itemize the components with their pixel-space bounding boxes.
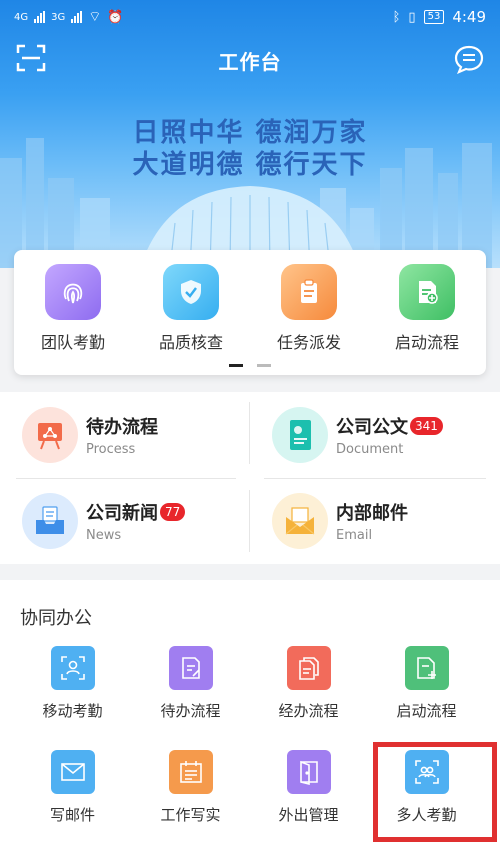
feature-title: 待办流程 <box>86 417 158 438</box>
collab-item-label: 移动考勤 <box>42 702 103 720</box>
quick-item-start-process[interactable]: 启动流程 <box>368 264 486 353</box>
quick-actions-card: 团队考勤 品质核查 任务派发 启动流程 <box>14 250 486 375</box>
presentation-board-icon <box>22 407 78 463</box>
calendar-list-icon <box>168 750 213 794</box>
documents-icon <box>286 646 331 690</box>
collab-item-write-mail[interactable]: 写邮件 <box>10 750 135 825</box>
feature-title: 公司公文 <box>336 417 408 438</box>
city-skyline-illustration <box>0 138 492 268</box>
title-bar: 工作台 <box>0 38 500 82</box>
quick-item-team-attendance[interactable]: 团队考勤 <box>14 264 132 353</box>
signal-icon <box>34 11 46 23</box>
document-book-icon <box>272 407 328 463</box>
section-title: 协同办公 <box>20 608 92 629</box>
collab-item-handled-process[interactable]: 经办流程 <box>246 646 371 721</box>
person-scan-icon <box>50 646 95 690</box>
alarm-icon: ⏰ <box>107 9 124 25</box>
page-title: 工作台 <box>218 49 282 74</box>
document-add-icon <box>399 264 455 320</box>
wifi-icon: ⌔ <box>88 9 102 25</box>
bluetooth-icon: ᛒ <box>392 9 401 25</box>
feature-subtitle: Email <box>336 528 373 543</box>
collab-item-label: 工作写实 <box>160 806 221 824</box>
scan-icon[interactable] <box>16 44 46 72</box>
feature-subtitle: Process <box>86 442 136 457</box>
feature-company-document[interactable]: 公司公文 341 Document <box>250 392 500 478</box>
collab-item-start-process[interactable]: 启动流程 <box>364 646 489 721</box>
header-banner: 4G 3G ⌔ ⏰ ᛒ ▯ 53 4:49 工作台 日照中华 德润万家 大道明德… <box>0 0 500 268</box>
unread-badge: 341 <box>410 417 443 435</box>
document-plus-icon <box>404 646 449 690</box>
signal-icon-2 <box>71 11 83 23</box>
door-exit-icon <box>286 750 331 794</box>
collab-item-label: 启动流程 <box>396 702 457 720</box>
quick-item-label: 启动流程 <box>394 333 459 352</box>
feature-title: 内部邮件 <box>336 503 408 524</box>
network-label-2: 3G <box>51 11 66 23</box>
carousel-indicator <box>14 364 486 367</box>
carousel-dot-active <box>229 364 243 367</box>
message-icon[interactable] <box>454 44 484 74</box>
fingerprint-icon <box>45 264 101 320</box>
collab-item-label: 写邮件 <box>49 806 95 824</box>
envelope-icon <box>272 493 328 549</box>
clipboard-icon <box>281 264 337 320</box>
feature-pending-process[interactable]: 待办流程 Process <box>0 392 250 478</box>
inbox-tray-icon <box>22 493 78 549</box>
feature-title: 公司新闻 <box>86 503 158 524</box>
vibrate-icon: ▯ <box>408 9 416 25</box>
clock: 4:49 <box>452 8 486 26</box>
feature-company-news[interactable]: 公司新闻 77 News <box>0 478 250 564</box>
quick-item-quality-check[interactable]: 品质核查 <box>132 264 250 353</box>
carousel-dot <box>257 364 271 367</box>
shield-check-icon <box>163 264 219 320</box>
collab-item-work-record[interactable]: 工作写实 <box>128 750 253 825</box>
collab-item-mobile-attendance[interactable]: 移动考勤 <box>10 646 135 721</box>
quick-item-label: 任务派发 <box>276 333 341 352</box>
mail-icon <box>50 750 95 794</box>
collab-item-label: 经办流程 <box>278 702 339 720</box>
collab-item-label: 外出管理 <box>278 806 339 824</box>
quick-item-label: 品质核查 <box>158 333 223 352</box>
feature-grid: 待办流程 Process 公司公文 341 Document 公司新闻 77 N… <box>0 392 500 564</box>
feature-subtitle: News <box>86 528 122 543</box>
unread-badge: 77 <box>160 503 186 521</box>
feature-internal-email[interactable]: 内部邮件 Email <box>250 478 500 564</box>
collab-item-label: 待办流程 <box>160 702 221 720</box>
feature-subtitle: Document <box>336 442 404 457</box>
quick-item-label: 团队考勤 <box>40 333 105 352</box>
quick-item-task-dispatch[interactable]: 任务派发 <box>250 264 368 353</box>
status-bar: 4G 3G ⌔ ⏰ ᛒ ▯ 53 4:49 <box>0 0 500 34</box>
document-edit-icon <box>168 646 213 690</box>
network-label-1: 4G <box>14 11 29 23</box>
collab-item-pending-process[interactable]: 待办流程 <box>128 646 253 721</box>
collab-item-outing-management[interactable]: 外出管理 <box>246 750 371 825</box>
highlight-box <box>373 742 497 842</box>
battery-indicator: 53 <box>423 10 445 24</box>
